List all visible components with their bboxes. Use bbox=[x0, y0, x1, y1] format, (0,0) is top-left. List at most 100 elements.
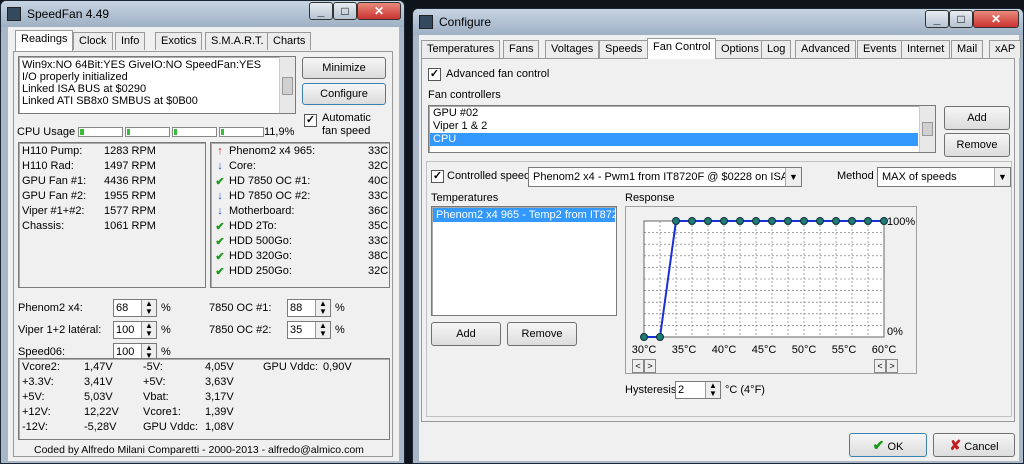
remove-temperature-button[interactable]: Remove bbox=[507, 322, 577, 346]
tab-xap[interactable]: xAP bbox=[989, 40, 1022, 58]
controller-item[interactable]: GPU #02 bbox=[430, 107, 918, 120]
log-scrollbar[interactable] bbox=[279, 57, 295, 113]
tab-speeds[interactable]: Speeds bbox=[599, 40, 649, 58]
y-tick-label: 100% bbox=[887, 216, 915, 228]
remove-controller-button[interactable]: Remove bbox=[944, 133, 1010, 157]
response-point[interactable] bbox=[864, 217, 872, 225]
left-scroll-left-icon[interactable]: < bbox=[632, 359, 644, 373]
controllers-scrollbar[interactable] bbox=[919, 106, 935, 152]
spin-arrows-icon[interactable]: ▲ ▼ bbox=[141, 300, 156, 316]
footer-credits: Coded by Alfredo Milani Comparetti - 200… bbox=[34, 444, 364, 456]
temperature-item[interactable]: Phenom2 x4 965 - Temp2 from IT8720F bbox=[433, 208, 615, 222]
tab-clock[interactable]: Clock bbox=[73, 32, 113, 50]
temperatures-list[interactable]: Phenom2 x4 965 - Temp2 from IT8720F bbox=[431, 206, 617, 316]
cfg-maximize-window-button[interactable]: □ bbox=[949, 10, 973, 28]
cpu-core-bar-fill bbox=[127, 129, 130, 135]
tab-readings[interactable]: Readings bbox=[15, 30, 74, 51]
response-point[interactable] bbox=[816, 217, 824, 225]
cfg-close-window-button[interactable]: ✕ bbox=[973, 10, 1019, 28]
tab-s-m-a-r-t[interactable]: S.M.A.R.T. bbox=[205, 32, 270, 50]
tab-advanced[interactable]: Advanced bbox=[795, 40, 856, 58]
maximize-window-button[interactable]: □ bbox=[333, 2, 357, 20]
voltage-value: 4,05V bbox=[205, 361, 234, 373]
response-chart[interactable]: 30°C 35°C 40°C 45°C 50°C 55°C 60°C 0% 100% bbox=[626, 207, 916, 373]
add-controller-button[interactable]: Add bbox=[944, 106, 1010, 130]
speed-value: 68 bbox=[116, 302, 129, 314]
tab-temperatures[interactable]: Temperatures bbox=[421, 40, 501, 58]
tab-info[interactable]: Info bbox=[115, 32, 146, 50]
speed-spinner[interactable]: 35 ▲ ▼ bbox=[287, 321, 331, 339]
controller-item[interactable]: Viper 1 & 2 bbox=[430, 120, 918, 133]
fan-name: Chassis: bbox=[22, 220, 65, 232]
add-temperature-button[interactable]: Add bbox=[431, 322, 501, 346]
temp-name: Motherboard: bbox=[229, 205, 295, 217]
right-scroll-right-icon[interactable]: > bbox=[886, 359, 898, 373]
cpu-core-bar-fill bbox=[80, 129, 84, 135]
response-point[interactable] bbox=[672, 217, 680, 225]
controller-item[interactable]: CPU bbox=[430, 133, 918, 146]
advanced-fan-control-label: Advanced fan control bbox=[446, 68, 550, 80]
method-select[interactable]: MAX of speeds ▼ bbox=[877, 167, 1011, 187]
minimize-button[interactable]: Minimize bbox=[302, 57, 386, 79]
speedfan-titlebar[interactable]: SpeedFan 4.49 _ □ ✕ bbox=[1, 1, 404, 27]
response-point[interactable] bbox=[848, 217, 856, 225]
log-line: Linked ATI SB8x0 SMBUS at $0B00 bbox=[22, 95, 198, 107]
cpu-core-bar bbox=[78, 127, 123, 137]
advanced-fan-control-checkbox[interactable]: ✓ bbox=[428, 68, 441, 81]
tab-events[interactable]: Events bbox=[857, 40, 903, 58]
temp-readings-box: ↑ Phenom2 x4 965: 33C ↓ Core: 32C ✔ HD 7850 OC … bbox=[210, 142, 390, 288]
speed-spinner[interactable]: 100 ▲ ▼ bbox=[113, 321, 157, 339]
spin-arrows-icon[interactable]: ▲ ▼ bbox=[705, 382, 720, 398]
tab-options[interactable]: Options bbox=[715, 40, 765, 58]
spin-arrows-icon[interactable]: ▲ ▼ bbox=[315, 322, 330, 338]
left-scroll-right-icon[interactable]: > bbox=[644, 359, 656, 373]
response-point[interactable] bbox=[720, 217, 728, 225]
fan-controllers-list[interactable]: GPU #02 Viper 1 & 2 CPU bbox=[428, 105, 936, 153]
controlled-speed-checkbox[interactable]: ✓ bbox=[431, 170, 444, 183]
tab-fans[interactable]: Fans bbox=[503, 40, 540, 58]
ok-button[interactable]: ✔ OK bbox=[849, 433, 927, 457]
controlled-speed-value: Phenom2 x4 - Pwm1 from IT8720F @ $0228 o… bbox=[533, 171, 789, 183]
configure-button[interactable]: Configure bbox=[302, 83, 386, 105]
speed-name: Viper 1+2 latéral: bbox=[18, 324, 102, 336]
cancel-button[interactable]: ✘ Cancel bbox=[933, 433, 1015, 457]
tab-voltages[interactable]: Voltages bbox=[545, 40, 600, 58]
response-point[interactable] bbox=[704, 217, 712, 225]
tab-mail[interactable]: Mail bbox=[951, 40, 984, 58]
configure-titlebar[interactable]: Configure _ □ ✕ bbox=[413, 9, 1023, 35]
speed-spinner[interactable]: 68 ▲ ▼ bbox=[113, 299, 157, 317]
spin-arrows-icon[interactable]: ▲ ▼ bbox=[141, 322, 156, 338]
tab-charts[interactable]: Charts bbox=[267, 32, 312, 50]
response-point[interactable] bbox=[688, 217, 696, 225]
x-tick-label: 50°C bbox=[792, 344, 817, 356]
controlled-speed-select[interactable]: Phenom2 x4 - Pwm1 from IT8720F @ $0228 o… bbox=[528, 167, 802, 187]
minimize-window-button[interactable]: _ bbox=[309, 2, 333, 20]
method-value: MAX of speeds bbox=[882, 171, 957, 183]
voltage-name: +3.3V: bbox=[22, 376, 54, 388]
temp-value: 40C bbox=[368, 175, 389, 187]
response-point[interactable] bbox=[832, 217, 840, 225]
speedfan-window: SpeedFan 4.49 _ □ ✕ Readings Clock Info Exo… bbox=[0, 0, 405, 464]
tab-log[interactable]: Log bbox=[761, 40, 792, 58]
response-point[interactable] bbox=[784, 217, 792, 225]
tab-fan-control[interactable]: Fan Control bbox=[647, 38, 717, 59]
fan-control-page: ✓ Advanced fan control Fan controllers G… bbox=[421, 58, 1015, 422]
response-point[interactable] bbox=[800, 217, 808, 225]
response-point[interactable] bbox=[736, 217, 744, 225]
tab-exotics[interactable]: Exotics bbox=[155, 32, 203, 50]
cfg-minimize-window-button[interactable]: _ bbox=[925, 10, 949, 28]
spin-arrows-icon[interactable]: ▲ ▼ bbox=[315, 300, 330, 316]
response-point[interactable] bbox=[768, 217, 776, 225]
tab-internet[interactable]: Internet bbox=[901, 40, 951, 58]
right-scroll-left-icon[interactable]: < bbox=[874, 359, 886, 373]
auto-fan-checkbox[interactable]: ✓ bbox=[304, 114, 317, 127]
speedfan-title: SpeedFan 4.49 bbox=[27, 7, 110, 21]
voltage-name: +12V: bbox=[22, 406, 51, 418]
response-point[interactable] bbox=[752, 217, 760, 225]
response-point[interactable] bbox=[640, 333, 648, 341]
method-label: Method bbox=[837, 170, 874, 182]
close-window-button[interactable]: ✕ bbox=[357, 2, 401, 20]
response-point[interactable] bbox=[656, 333, 664, 341]
hysteresis-spinner[interactable]: 2 ▲ ▼ bbox=[675, 381, 721, 399]
speed-spinner[interactable]: 88 ▲ ▼ bbox=[287, 299, 331, 317]
